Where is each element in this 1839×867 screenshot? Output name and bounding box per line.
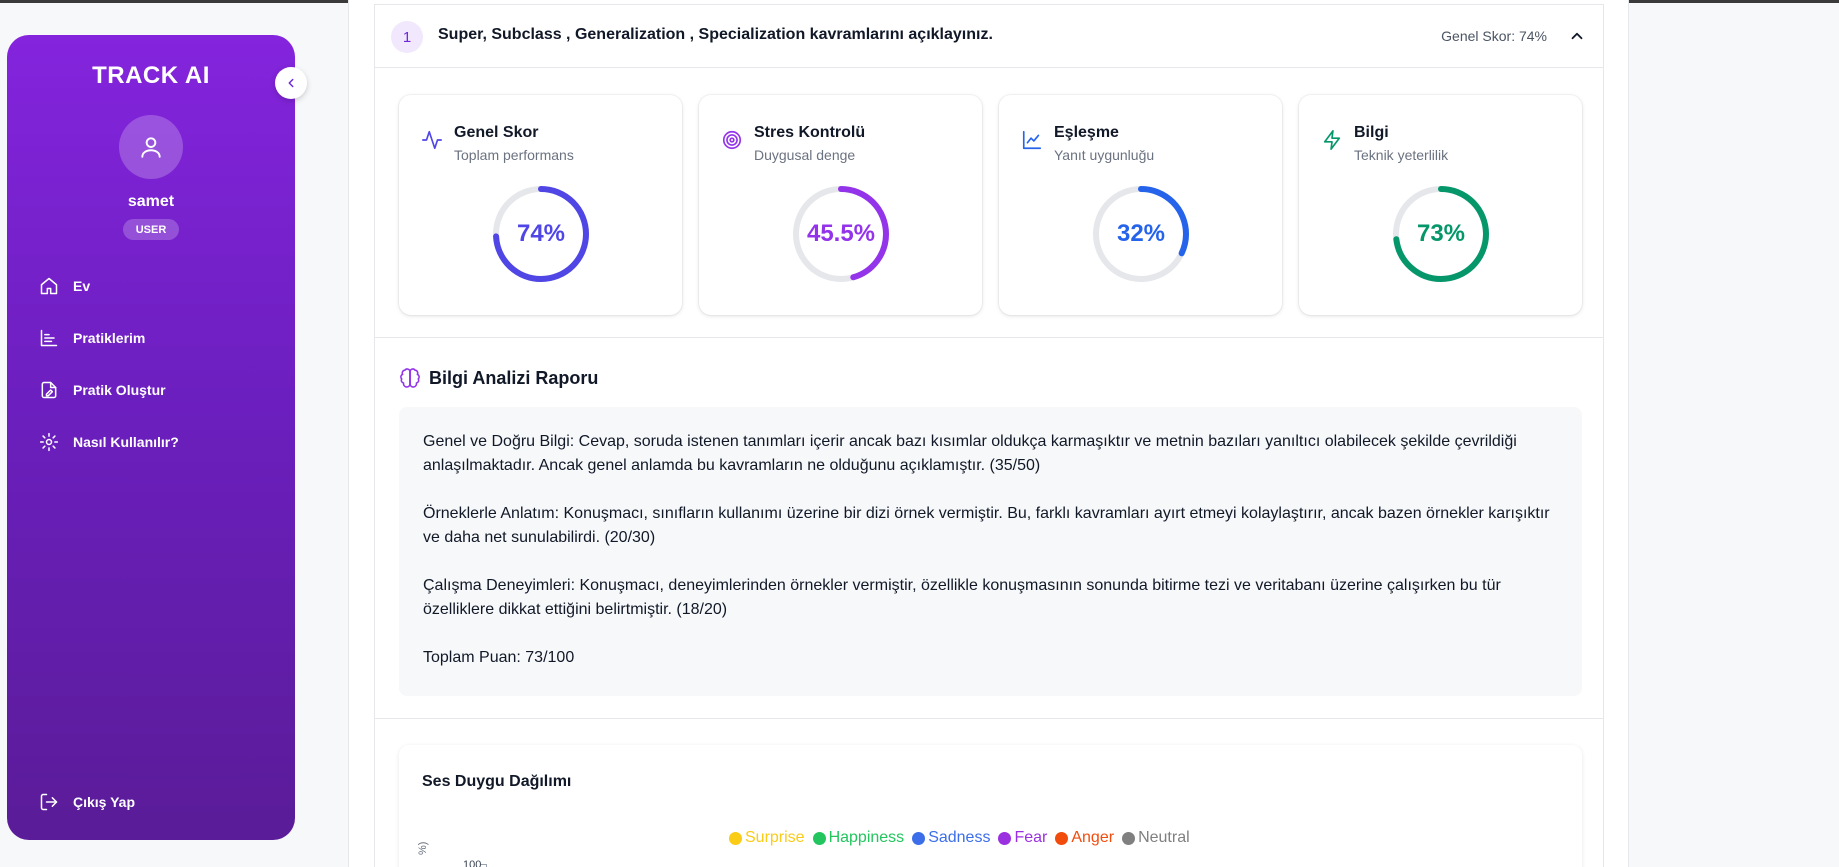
legend-item-sadness[interactable]: Sadness	[912, 829, 990, 847]
sidebar-item-label: Ev	[73, 278, 91, 294]
sidebar-item-pratiklerim[interactable]: Pratiklerim	[39, 326, 145, 350]
legend-label: Anger	[1071, 829, 1115, 846]
report-paragraph: Genel ve Doğru Bilgi: Cevap, soruda iste…	[423, 433, 1517, 474]
sidebar-item-label: Pratiklerim	[73, 330, 146, 346]
metric-value: 32%	[1116, 220, 1166, 247]
logout-button[interactable]: Çıkış Yap	[39, 790, 135, 814]
legend-dot	[912, 831, 926, 845]
y-tick-label: 100	[463, 859, 482, 867]
emotion-chart-card: Ses Duygu Dağılımı Surprise Happiness Sa…	[399, 745, 1582, 867]
question-number-badge: 1	[391, 21, 423, 53]
legend-label: Neutral	[1138, 829, 1190, 846]
user-icon	[141, 137, 161, 158]
logout-icon	[40, 793, 58, 811]
metric-title: Eşleşme	[1054, 124, 1119, 141]
gear-icon	[39, 432, 59, 452]
question-card: 1 Super, Subclass , Generalization , Spe…	[374, 4, 1604, 867]
legend-item-happiness[interactable]: Happiness	[812, 829, 905, 847]
legend-item-neutral[interactable]: Neutral	[1122, 829, 1190, 847]
legend-dot	[812, 831, 826, 845]
metric-card-stres-kontrolu: Stres Kontrolü Duygusal denge 45.5%	[699, 95, 982, 315]
metrics-row: Genel Skor Toplam performans 74% Stres K…	[399, 95, 1582, 317]
question-score: Genel Skor: 74%	[1441, 28, 1547, 44]
avatar	[119, 115, 183, 179]
question-header[interactable]: 1 Super, Subclass , Generalization , Spe…	[375, 5, 1603, 68]
report-body: Genel ve Doğru Bilgi: Cevap, soruda iste…	[399, 407, 1582, 696]
brain-icon	[400, 368, 420, 388]
chart-bars-icon	[40, 329, 58, 347]
metric-subtitle: Yanıt uygunluğu	[1054, 147, 1155, 163]
legend-label: Fear	[1014, 829, 1048, 846]
logout-label: Çıkış Yap	[73, 794, 136, 810]
metric-title: Genel Skor	[454, 124, 539, 141]
sidebar-item-nasil-kullanilir[interactable]: Nasıl Kullanılır?	[39, 430, 179, 454]
metric-subtitle: Duygusal denge	[754, 147, 856, 163]
metric-value: 73%	[1416, 220, 1466, 247]
sidebar-item-pratik-olustur[interactable]: Pratik Oluştur	[39, 378, 166, 402]
lightning-icon	[1323, 130, 1341, 150]
metric-card-eslesme: Eşleşme Yanıt uygunluğu 32%	[999, 95, 1282, 315]
home-icon	[40, 277, 58, 295]
report-header: Bilgi Analizi Raporu	[399, 367, 598, 389]
role-badge: USER	[123, 219, 179, 240]
chevron-up-icon[interactable]	[1568, 27, 1586, 45]
target-icon	[722, 130, 742, 150]
legend-label: Surprise	[745, 829, 805, 846]
report-title: Bilgi Analizi Raporu	[429, 367, 599, 388]
legend-dot	[1055, 831, 1069, 845]
metric-value: 74%	[516, 220, 566, 247]
line-chart-icon	[1022, 130, 1042, 150]
sidebar-item-label: Nasıl Kullanılır?	[73, 434, 179, 450]
legend-label: Happiness	[828, 829, 905, 846]
report-paragraph: Çalışma Deneyimleri: Konuşmacı, deneyiml…	[423, 577, 1501, 618]
metric-subtitle: Teknik yeterlilik	[1354, 147, 1449, 163]
legend-dot	[729, 831, 742, 845]
legend-item-surprise[interactable]: Surprise	[729, 829, 805, 847]
metric-value: 45.5%	[806, 220, 876, 247]
chart-title: Ses Duygu Dağılımı	[422, 773, 572, 790]
username: samet	[127, 193, 175, 210]
activity-icon	[422, 130, 442, 150]
chevron-left-icon	[288, 78, 294, 88]
main-panel: 1 Super, Subclass , Generalization , Spe…	[348, 0, 1629, 867]
metric-card-bilgi: Bilgi Teknik yeterlilik 73%	[1299, 95, 1582, 315]
sidebar: TRACK AI samet USER Ev Pratiklerim Prati…	[7, 35, 307, 840]
sidebar-item-ev[interactable]: Ev	[39, 274, 90, 298]
chart-legend: Surprise Happiness Sadness Fear Anger Ne…	[729, 829, 1190, 847]
legend-item-fear[interactable]: Fear	[998, 829, 1047, 847]
metric-title: Bilgi	[1354, 124, 1389, 141]
y-axis-label: %)	[417, 841, 429, 855]
sidebar-collapse-button[interactable]	[275, 67, 307, 99]
metric-subtitle: Toplam performans	[454, 147, 574, 163]
question-title: Super, Subclass , Generalization , Speci…	[438, 26, 993, 43]
sidebar-item-label: Pratik Oluştur	[73, 382, 166, 398]
report-paragraph: Örneklerle Anlatım: Konuşmacı, sınıfları…	[423, 505, 1550, 546]
brand-logo: TRACK AI	[92, 62, 210, 89]
metric-card-genel-skor: Genel Skor Toplam performans 74%	[399, 95, 682, 315]
report-total: Toplam Puan: 73/100	[423, 649, 575, 666]
legend-dot	[1122, 831, 1136, 845]
metric-title: Stres Kontrolü	[754, 124, 866, 141]
section-divider	[375, 718, 1603, 719]
legend-label: Sadness	[928, 829, 991, 846]
file-edit-icon	[41, 381, 57, 399]
legend-dot	[998, 831, 1012, 845]
section-divider	[375, 337, 1603, 338]
legend-item-anger[interactable]: Anger	[1055, 829, 1114, 847]
